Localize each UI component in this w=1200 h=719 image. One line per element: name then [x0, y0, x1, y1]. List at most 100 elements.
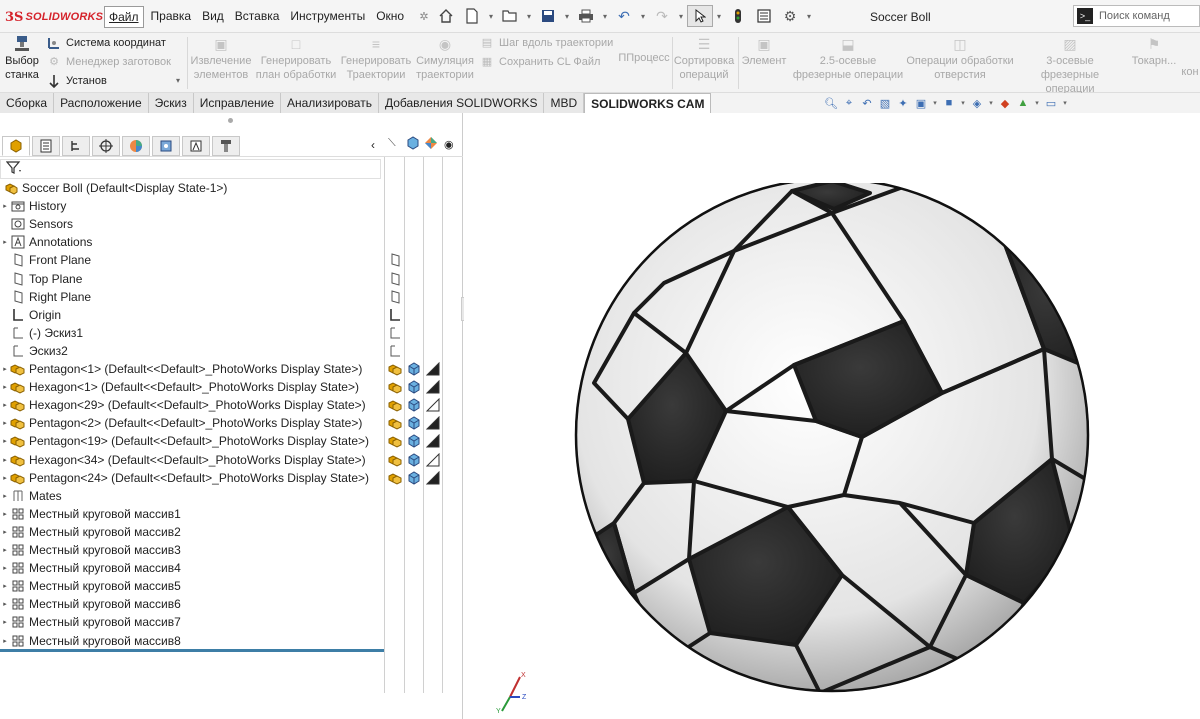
sketch-visibility-icon[interactable]: [387, 325, 403, 341]
turn-button[interactable]: ⚑ Токарн...: [1128, 33, 1180, 68]
simulate-toolpath-button[interactable]: ◉ Симуляция траектории: [414, 33, 476, 82]
mill-3-axis-button[interactable]: ▨ 3-осевые фрезерные операции: [1016, 33, 1124, 96]
stock-manager-button[interactable]: ⚙ Менеджер заготовок: [46, 52, 171, 71]
expand-arrow-icon[interactable]: ▸: [0, 582, 10, 590]
open-icon[interactable]: [497, 5, 523, 27]
tree-item[interactable]: ▸ Pentagon<2> (Default<<Default>_PhotoWor…: [0, 414, 362, 432]
tree-item[interactable]: ▸ Местный круговой массив3: [0, 541, 181, 559]
eye-icon[interactable]: ◉: [444, 138, 454, 151]
tab-sketch[interactable]: Эскиз: [148, 93, 194, 113]
menu-tools[interactable]: Инструменты: [286, 6, 369, 28]
origin-visibility-icon[interactable]: [387, 307, 403, 323]
tree-item[interactable]: ▸ Местный круговой массив4: [0, 559, 181, 577]
file-properties-icon[interactable]: [751, 5, 777, 27]
cam-tools-tree-tab[interactable]: [212, 136, 240, 156]
chevron-down-icon[interactable]: ▾: [958, 95, 968, 111]
chevron-down-icon[interactable]: ▾: [986, 95, 996, 111]
display-style-icon[interactable]: ■: [940, 95, 958, 111]
expand-arrow-icon[interactable]: ▸: [0, 492, 10, 500]
tab-analyze[interactable]: Анализировать: [281, 93, 379, 113]
display-manager-tab[interactable]: [122, 136, 150, 156]
appearance-icon[interactable]: ◆: [996, 95, 1014, 111]
graphics-area[interactable]: X Y Z: [464, 113, 1200, 719]
tab-layout[interactable]: Расположение: [54, 93, 149, 113]
undo-icon[interactable]: ↶: [611, 5, 637, 27]
hide-show-icon[interactable]: ◈: [968, 95, 986, 111]
tree-item[interactable]: Front Plane: [0, 251, 91, 269]
transparency-icon[interactable]: [425, 452, 441, 468]
expand-arrow-icon[interactable]: ▸: [0, 383, 10, 391]
transparency-icon[interactable]: [425, 379, 441, 395]
feature-button[interactable]: ▣ Элемент: [740, 33, 788, 68]
chevron-down-icon[interactable]: ▾: [599, 5, 611, 27]
section-view-icon[interactable]: ▧: [876, 95, 894, 111]
mill-25-axis-button[interactable]: ⬓ 2.5-осевые фрезерные операции: [790, 33, 906, 82]
feature-manager-tab[interactable]: [2, 136, 30, 156]
menu-window[interactable]: Окно: [372, 6, 408, 28]
tab-evaluate-fix[interactable]: Исправление: [193, 93, 281, 113]
scene-icon[interactable]: ▲: [1014, 95, 1032, 111]
rebuild-icon[interactable]: [725, 5, 751, 27]
view-settings-icon[interactable]: ▭: [1042, 95, 1060, 111]
tree-root[interactable]: Soccer Boll (Default<Display State-1>): [0, 179, 227, 197]
zoom-area-icon[interactable]: ⌖: [840, 95, 858, 111]
component-config-icon[interactable]: [387, 433, 403, 449]
chevron-down-icon[interactable]: ▾: [561, 5, 573, 27]
chevron-down-icon[interactable]: ▾: [637, 5, 649, 27]
generate-toolpath-button[interactable]: ≡ Генерировать Траектории: [340, 33, 412, 82]
tree-item[interactable]: Top Plane: [0, 270, 82, 288]
menu-file[interactable]: Файл: [104, 6, 144, 28]
machine-select-button[interactable]: Выбор станка: [3, 33, 41, 82]
chevron-left-icon[interactable]: ‹: [371, 138, 375, 152]
expand-arrow-icon[interactable]: ▸: [0, 202, 10, 210]
component-config-icon[interactable]: [387, 397, 403, 413]
tree-item[interactable]: Sensors: [0, 215, 73, 233]
tab-addins[interactable]: Добавления SOLIDWORKS: [378, 93, 545, 113]
component-config-icon[interactable]: [387, 470, 403, 486]
chevron-down-icon[interactable]: ▾: [675, 5, 687, 27]
new-document-icon[interactable]: [459, 5, 485, 27]
tree-item[interactable]: Origin: [0, 306, 61, 324]
tree-item[interactable]: ▸ Местный круговой массив1: [0, 505, 181, 523]
solidworks-logo[interactable]: 3S SOLIDWORKS: [5, 8, 103, 26]
view-orientation-icon[interactable]: ▣: [912, 95, 930, 111]
component-display-icon[interactable]: [406, 397, 422, 413]
tree-item[interactable]: ▸ Pentagon<19> (Default<<Default>_PhotoWo…: [0, 432, 369, 450]
expand-arrow-icon[interactable]: ▸: [0, 637, 10, 645]
expand-arrow-icon[interactable]: ▸: [0, 600, 10, 608]
zoom-to-fit-icon[interactable]: 🔍︎: [822, 95, 840, 111]
component-config-icon[interactable]: [387, 452, 403, 468]
chevron-down-icon[interactable]: ▾: [930, 95, 940, 111]
plane-visibility-icon[interactable]: [387, 252, 403, 268]
expand-arrow-icon[interactable]: ▸: [0, 564, 10, 572]
plane-visibility-icon[interactable]: [387, 271, 403, 287]
expand-arrow-icon[interactable]: ▸: [0, 618, 10, 626]
transparency-icon[interactable]: [425, 397, 441, 413]
property-manager-tab[interactable]: [32, 136, 60, 156]
expand-arrow-icon[interactable]: ▸: [0, 456, 10, 464]
tree-item[interactable]: ▸ Mates: [0, 487, 61, 505]
expand-arrow-icon[interactable]: ▸: [0, 510, 10, 518]
cam-feature-tree-tab[interactable]: [152, 136, 180, 156]
expand-arrow-icon[interactable]: ▸: [0, 401, 10, 409]
sort-operations-button[interactable]: ☰ Сортировка операций: [673, 33, 735, 82]
expand-arrow-icon[interactable]: ▸: [0, 528, 10, 536]
dimxpert-manager-tab[interactable]: [92, 136, 120, 156]
select-icon[interactable]: [687, 5, 713, 27]
expand-arrow-icon[interactable]: ▸: [0, 419, 10, 427]
kon-button[interactable]: кон: [1180, 65, 1200, 79]
post-process-button[interactable]: ППроцесс: [615, 51, 673, 65]
tree-item[interactable]: ▸ Hexagon<29> (Default<<Default>_PhotoWor…: [0, 396, 365, 414]
save-icon[interactable]: [535, 5, 561, 27]
sketch-visibility-icon[interactable]: [387, 343, 403, 359]
generate-plan-button[interactable]: □ Генерировать план обработки: [255, 33, 337, 82]
component-config-icon[interactable]: [387, 415, 403, 431]
tree-item[interactable]: ▸ Pentagon<24> (Default<<Default>_PhotoWo…: [0, 469, 369, 487]
tree-item[interactable]: ▸ Местный круговой массив6: [0, 595, 181, 613]
component-display-icon[interactable]: [406, 379, 422, 395]
tree-item[interactable]: ▸ History: [0, 197, 66, 215]
expand-arrow-icon[interactable]: ▸: [0, 474, 10, 482]
tree-item[interactable]: ▸ Местный круговой массив5: [0, 577, 181, 595]
sketch-line-icon[interactable]: ⟍: [388, 137, 396, 150]
previous-view-icon[interactable]: ↶: [858, 95, 876, 111]
